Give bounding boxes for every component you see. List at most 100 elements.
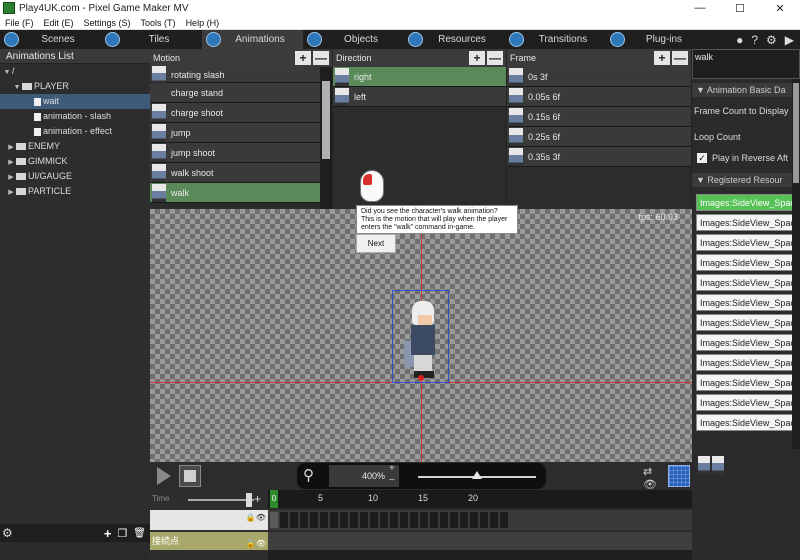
resource-item[interactable]: Images:SideView_Spac [696, 214, 794, 231]
menu-edit[interactable]: Edit (E) [39, 18, 79, 28]
animation-name-field[interactable]: walk [692, 49, 800, 79]
tree-item-player[interactable]: ▼ PLAYER [0, 79, 150, 94]
resource-item[interactable]: Images:SideView_Spac [696, 414, 794, 431]
time-scale-slider[interactable] [188, 499, 254, 501]
expand-arrow-icon[interactable]: ▶ [6, 170, 16, 185]
frame-cell[interactable] [430, 512, 438, 528]
tree-item-enemy[interactable]: ▶ ENEMY [0, 139, 150, 154]
time-scale-plus-button[interactable]: + [254, 492, 261, 506]
zoom-slider-handle[interactable] [472, 471, 482, 479]
frame-cell[interactable] [400, 512, 408, 528]
minimize-button[interactable]: — [680, 2, 720, 14]
expand-icon[interactable]: ▶ [785, 33, 794, 47]
frame-item[interactable]: 0.05s 6f [507, 87, 691, 107]
frame-cell[interactable] [330, 512, 338, 528]
basic-data-section[interactable]: ▼ Animation Basic Da [692, 83, 800, 97]
add-icon[interactable]: + [104, 526, 112, 541]
remove-motion-button[interactable]: — [313, 51, 329, 65]
connection-point-frames[interactable] [268, 532, 692, 550]
tab-animations[interactable]: Animations [202, 30, 303, 49]
tree-item-root[interactable]: ▼ / [0, 64, 150, 79]
motion-item[interactable]: walk shoot [150, 163, 320, 183]
motion-scrollbar[interactable] [320, 67, 332, 209]
tab-scenes[interactable]: Scenes [0, 30, 101, 49]
scroll-thumb[interactable] [322, 81, 330, 159]
help-icon[interactable]: ? [751, 33, 758, 47]
direction-item[interactable]: left [333, 87, 506, 107]
zoom-icon[interactable]: ⚲ [303, 466, 323, 486]
tab-tiles[interactable]: Tiles [101, 30, 202, 49]
grid-toggle-icon[interactable] [668, 465, 690, 487]
resource-item[interactable]: Images:SideView_Spac [696, 234, 794, 251]
lock-eye-icon[interactable]: 🔒👁 [246, 535, 266, 553]
maximize-button[interactable]: ☐ [720, 2, 760, 15]
tree-item-ui-gauge[interactable]: ▶ UI/GAUGE [0, 169, 150, 184]
lock-eye-icon[interactable]: 🔒👁 [246, 513, 266, 522]
frame-cell[interactable] [440, 512, 448, 528]
add-direction-button[interactable]: + [469, 51, 485, 65]
tab-resources[interactable]: Resources [404, 30, 505, 49]
zoom-in-button[interactable]: + [389, 463, 395, 474]
menu-settings[interactable]: Settings (S) [79, 18, 136, 28]
play-reverse-checkbox-row[interactable]: ✓ Play in Reverse Aft [692, 151, 800, 165]
resource-item[interactable]: Images:SideView_Spac [696, 294, 794, 311]
scroll-thumb[interactable] [793, 83, 799, 183]
close-button[interactable]: ✕ [760, 2, 800, 15]
origin-visibility-icon[interactable]: ⇄👁 [643, 465, 665, 491]
menu-help[interactable]: Help (H) [181, 18, 225, 28]
timeline-ruler[interactable]: 0 5 10 15 20 [268, 490, 692, 508]
frame-cell[interactable] [270, 512, 278, 528]
frame-cell[interactable] [380, 512, 388, 528]
resource-item[interactable]: Images:SideView_Spac [696, 314, 794, 331]
frame-cell[interactable] [320, 512, 328, 528]
timeline-scrollbar[interactable] [268, 550, 692, 560]
frame-cells[interactable] [268, 510, 510, 530]
gear-icon[interactable]: ⚙ [2, 526, 13, 540]
tree-item-animation-slash[interactable]: animation - slash [0, 109, 150, 124]
track-connection-point[interactable]: 接続点 🔒👁 [150, 532, 268, 550]
resource-item[interactable]: Images:SideView_Spac [696, 274, 794, 291]
motion-item[interactable]: rotating slash [150, 65, 320, 84]
frame-item[interactable]: 0s 3f [507, 67, 691, 87]
tab-objects[interactable]: Objects [303, 30, 404, 49]
motion-item[interactable]: jump shoot [150, 143, 320, 163]
frame-cell[interactable] [420, 512, 428, 528]
tab-transitions[interactable]: Transitions [505, 30, 606, 49]
resource-item[interactable]: Images:SideView_Spac [696, 374, 794, 391]
frame-cell[interactable] [310, 512, 318, 528]
add-frame-button[interactable]: + [654, 51, 670, 65]
remove-frame-button[interactable]: — [672, 51, 688, 65]
motion-item[interactable]: charge stand [150, 83, 320, 103]
resource-item[interactable]: Images:SideView_Spac [696, 354, 794, 371]
stop-icon[interactable] [179, 465, 201, 487]
registered-resources-section[interactable]: ▼ Registered Resour [692, 173, 800, 187]
tree-item-particle[interactable]: ▶ PARTICLE [0, 184, 150, 199]
resource-item-selected[interactable]: Images:SideView_Spac [696, 194, 794, 211]
expand-arrow-icon[interactable]: ▶ [6, 140, 16, 155]
frame-item[interactable]: 0.35s 3f [507, 147, 691, 167]
frame-cell[interactable] [410, 512, 418, 528]
menu-file[interactable]: File (F) [0, 18, 39, 28]
expand-arrow-icon[interactable]: ▶ [6, 155, 16, 170]
tree-item-animation-effect[interactable]: animation - effect [0, 124, 150, 139]
copy-icon[interactable]: ❐ [117, 527, 127, 540]
frame-cell[interactable] [360, 512, 368, 528]
tree-item-gimmick[interactable]: ▶ GIMMICK [0, 154, 150, 169]
expand-arrow-icon[interactable]: ▶ [6, 185, 16, 200]
frame-item[interactable]: 0.15s 6f [507, 107, 691, 127]
pin-icon[interactable]: ● [736, 33, 743, 47]
frame-cell[interactable] [460, 512, 468, 528]
remove-direction-button[interactable]: — [487, 51, 503, 65]
frame-cell[interactable] [290, 512, 298, 528]
frame-cell[interactable] [490, 512, 498, 528]
preview-canvas[interactable]: fps: 60.93 [150, 209, 692, 462]
motion-item[interactable]: jump [150, 123, 320, 143]
tree-item-wait[interactable]: wait [0, 94, 150, 109]
resource-item[interactable]: Images:SideView_Spac [696, 394, 794, 411]
menu-tools[interactable]: Tools (T) [136, 18, 181, 28]
frame-cell[interactable] [480, 512, 488, 528]
next-button[interactable]: Next [356, 234, 396, 253]
frame-cell[interactable] [370, 512, 378, 528]
frame-cell[interactable] [280, 512, 288, 528]
play-reverse-checkbox[interactable]: ✓ [697, 153, 707, 163]
